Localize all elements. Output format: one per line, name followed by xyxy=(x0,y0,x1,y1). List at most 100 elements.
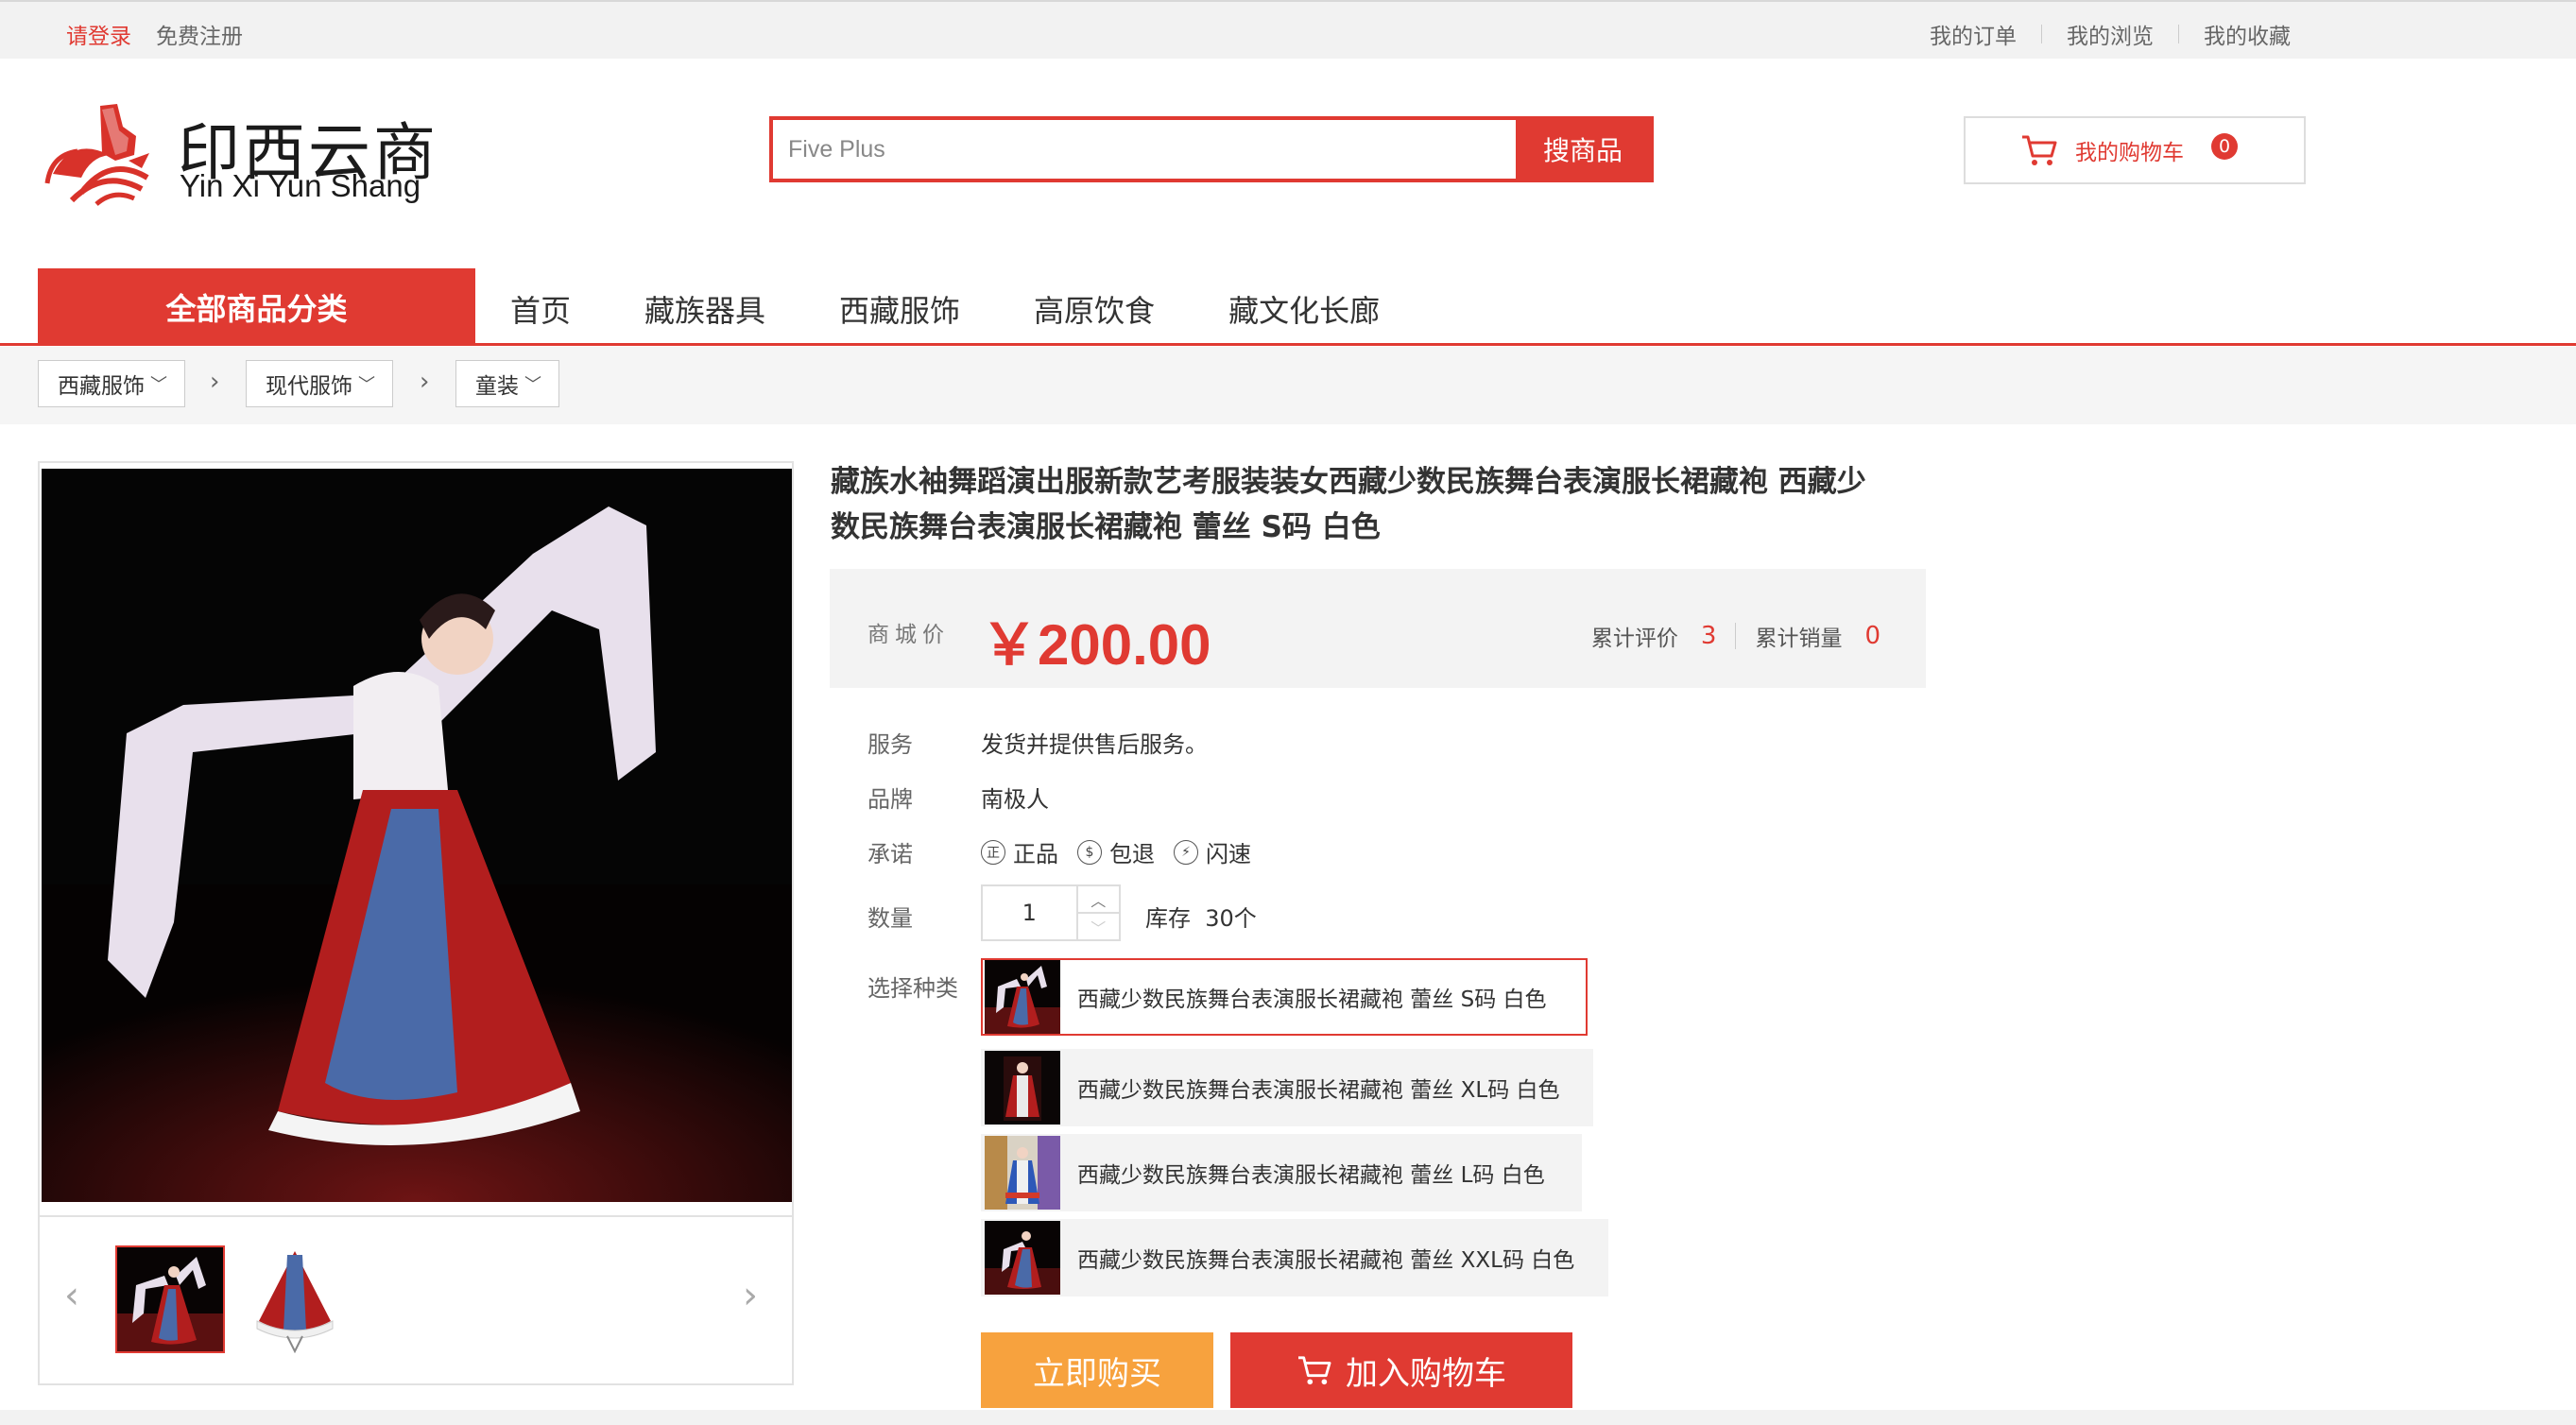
sales-label: 累计销量 xyxy=(1755,627,1843,651)
divider xyxy=(2178,25,2179,43)
page-footer-edge xyxy=(0,1410,2576,1425)
promise-label: 承诺 xyxy=(867,841,913,867)
search-button[interactable]: 搜商品 xyxy=(1516,120,1650,179)
breadcrumb-item-kids[interactable]: 童装 ﹀ xyxy=(455,360,559,407)
brand-label: 品牌 xyxy=(867,786,913,813)
refund-icon: $ xyxy=(1077,839,1102,865)
search-input[interactable] xyxy=(773,120,1516,179)
stock-label: 库存 xyxy=(1145,905,1191,932)
divider xyxy=(1735,623,1737,649)
nav-item-tibetan-clothing[interactable]: 西藏服饰 xyxy=(839,287,960,331)
variant-thumbnail xyxy=(985,1221,1060,1295)
chevron-down-icon: ﹀ xyxy=(150,375,167,395)
search-bar: 搜商品 xyxy=(769,116,1654,182)
variant-text: 西藏少数民族舞台表演服长裙藏袍 蕾丝 XXL码 白色 xyxy=(1077,1248,1575,1273)
my-favorites-link[interactable]: 我的收藏 xyxy=(2204,18,2291,50)
variant-text: 西藏少数民族舞台表演服长裙藏袍 蕾丝 S码 白色 xyxy=(1077,987,1547,1012)
add-to-cart-label: 加入购物车 xyxy=(1346,1354,1506,1393)
product-title: 藏族水袖舞蹈演出服新款艺考服装装女西藏少数民族舞台表演服长裙藏袍 西藏少 数民族… xyxy=(831,459,1908,550)
breadcrumb-item-modern-clothing[interactable]: 现代服饰 ﹀ xyxy=(246,360,393,407)
my-orders-link[interactable]: 我的订单 xyxy=(1930,18,2017,50)
user-links: 我的订单 我的浏览 我的收藏 xyxy=(1930,18,2291,50)
breadcrumb-label: 童装 xyxy=(475,374,519,399)
breadcrumb-label: 西藏服饰 xyxy=(58,374,145,399)
product-main-image[interactable] xyxy=(42,469,792,1202)
nav-item-tibetan-utensils[interactable]: 藏族器具 xyxy=(644,287,765,331)
chevron-down-icon: ﹀ xyxy=(524,375,541,395)
add-to-cart-button[interactable]: 加入购物车 xyxy=(1230,1332,1572,1408)
thumbnail-2[interactable] xyxy=(240,1245,350,1353)
review-label: 累计评价 xyxy=(1590,627,1678,651)
chevron-right-icon: › xyxy=(210,368,220,396)
chevron-down-icon: ﹀ xyxy=(358,375,375,395)
shopping-cart-icon xyxy=(1298,1356,1331,1385)
breadcrumb: 西藏服饰 ﹀ › 现代服饰 ﹀ › 童装 ﹀ xyxy=(0,347,2576,424)
top-bar: 请登录 免费注册 我的订单 我的浏览 我的收藏 xyxy=(0,0,2576,59)
price-value: ￥200.00 xyxy=(981,613,1211,677)
quantity-label: 数量 xyxy=(867,905,913,932)
promise-list: 正正品 $ 包退 ⚡ 闪速 xyxy=(981,835,1270,868)
cart-count-badge: 0 xyxy=(2211,133,2238,160)
nav-item-plateau-food[interactable]: 高原饮食 xyxy=(1034,287,1155,331)
service-label: 服务 xyxy=(867,731,913,758)
price-panel: 商城价 ￥200.00 累计评价 3 累计销量 0 xyxy=(830,569,1926,688)
all-categories-button[interactable]: 全部商品分类 xyxy=(38,268,475,346)
buy-now-button[interactable]: 立即购买 xyxy=(981,1332,1213,1408)
chevron-right-icon: › xyxy=(420,368,430,396)
cart-button[interactable]: 我的购物车 0 xyxy=(1964,116,2306,184)
promise-text: 包退 xyxy=(1109,841,1155,867)
lightning-icon: ⚡ xyxy=(1174,839,1198,865)
stock-info: 库存 30个 xyxy=(1145,900,1257,933)
product-stats: 累计评价 3 累计销量 0 xyxy=(1591,620,1880,652)
variant-thumbnail xyxy=(985,960,1060,1034)
promise-genuine: 正正品 xyxy=(981,835,1058,868)
promise-text: 正品 xyxy=(1013,841,1058,867)
price-label: 商城价 xyxy=(867,623,950,647)
chevron-up-icon[interactable]: ︿ xyxy=(1078,886,1119,912)
product-title-line-1: 藏族水袖舞蹈演出服新款艺考服装装女西藏少数民族舞台表演服长裙藏袍 西藏少 xyxy=(831,465,1866,499)
review-count[interactable]: 3 xyxy=(1701,622,1717,650)
quantity-stepper: 1 ︿ ﹀ xyxy=(981,884,1121,941)
variant-text: 西藏少数民族舞台表演服长裙藏袍 蕾丝 XL码 白色 xyxy=(1077,1078,1560,1103)
variant-label: 选择种类 xyxy=(867,975,958,1002)
promise-fast: ⚡ 闪速 xyxy=(1174,835,1251,868)
login-link[interactable]: 请登录 xyxy=(66,18,131,50)
nav-item-tibetan-culture[interactable]: 藏文化长廊 xyxy=(1228,287,1380,331)
logo-mark-icon xyxy=(44,104,149,206)
variant-text: 西藏少数民族舞台表演服长裙藏袍 蕾丝 L码 白色 xyxy=(1077,1163,1545,1188)
cart-label: 我的购物车 xyxy=(2075,141,2184,165)
breadcrumb-item-tibetan-clothing[interactable]: 西藏服饰 ﹀ xyxy=(38,360,185,407)
thumbnail-strip: ‹ › xyxy=(40,1215,792,1385)
promise-refund: $ 包退 xyxy=(1077,835,1155,868)
logo-text-en: Yin Xi Yun Shang xyxy=(180,168,421,203)
site-logo[interactable]: 印西云商 Yin Xi Yun Shang xyxy=(43,98,450,212)
sales-count: 0 xyxy=(1864,622,1880,650)
product-gallery: ‹ › xyxy=(38,461,794,1385)
stock-value: 30个 xyxy=(1205,905,1257,932)
chevron-right-icon[interactable]: › xyxy=(743,1274,758,1317)
brand-value: 南极人 xyxy=(981,786,1049,813)
variant-option-s[interactable]: 西藏少数民族舞台表演服长裙藏袍 蕾丝 S码 白色 xyxy=(981,958,1588,1036)
quantity-input[interactable]: 1 xyxy=(983,886,1076,939)
genuine-icon: 正 xyxy=(981,839,1005,865)
my-history-link[interactable]: 我的浏览 xyxy=(2067,18,2154,50)
shopping-cart-icon xyxy=(2022,135,2057,165)
chevron-left-icon[interactable]: ‹ xyxy=(64,1274,79,1317)
register-link[interactable]: 免费注册 xyxy=(156,18,243,50)
variant-option-xxl[interactable]: 西藏少数民族舞台表演服长裙藏袍 蕾丝 XXL码 白色 xyxy=(981,1219,1608,1296)
variant-thumbnail xyxy=(985,1136,1060,1210)
nav-item-home[interactable]: 首页 xyxy=(510,287,571,331)
promise-text: 闪速 xyxy=(1206,841,1251,867)
chevron-down-icon[interactable]: ﹀ xyxy=(1077,912,1119,939)
variant-option-l[interactable]: 西藏少数民族舞台表演服长裙藏袍 蕾丝 L码 白色 xyxy=(981,1134,1582,1211)
product-title-line-2: 数民族舞台表演服长裙藏袍 蕾丝 S码 白色 xyxy=(831,510,1381,544)
thumbnail-1[interactable] xyxy=(115,1245,225,1353)
breadcrumb-label: 现代服饰 xyxy=(266,374,352,399)
nav-items: 首页 藏族器具 西藏服饰 高原饮食 藏文化长廊 xyxy=(510,287,1453,331)
variant-thumbnail xyxy=(985,1051,1060,1125)
service-value: 发货并提供售后服务。 xyxy=(981,731,1208,758)
divider xyxy=(2041,25,2042,43)
variant-option-xl[interactable]: 西藏少数民族舞台表演服长裙藏袍 蕾丝 XL码 白色 xyxy=(981,1049,1593,1126)
main-nav: 全部商品分类 首页 藏族器具 西藏服饰 高原饮食 藏文化长廊 xyxy=(0,266,2576,346)
quantity-steps: ︿ ﹀ xyxy=(1075,886,1119,939)
